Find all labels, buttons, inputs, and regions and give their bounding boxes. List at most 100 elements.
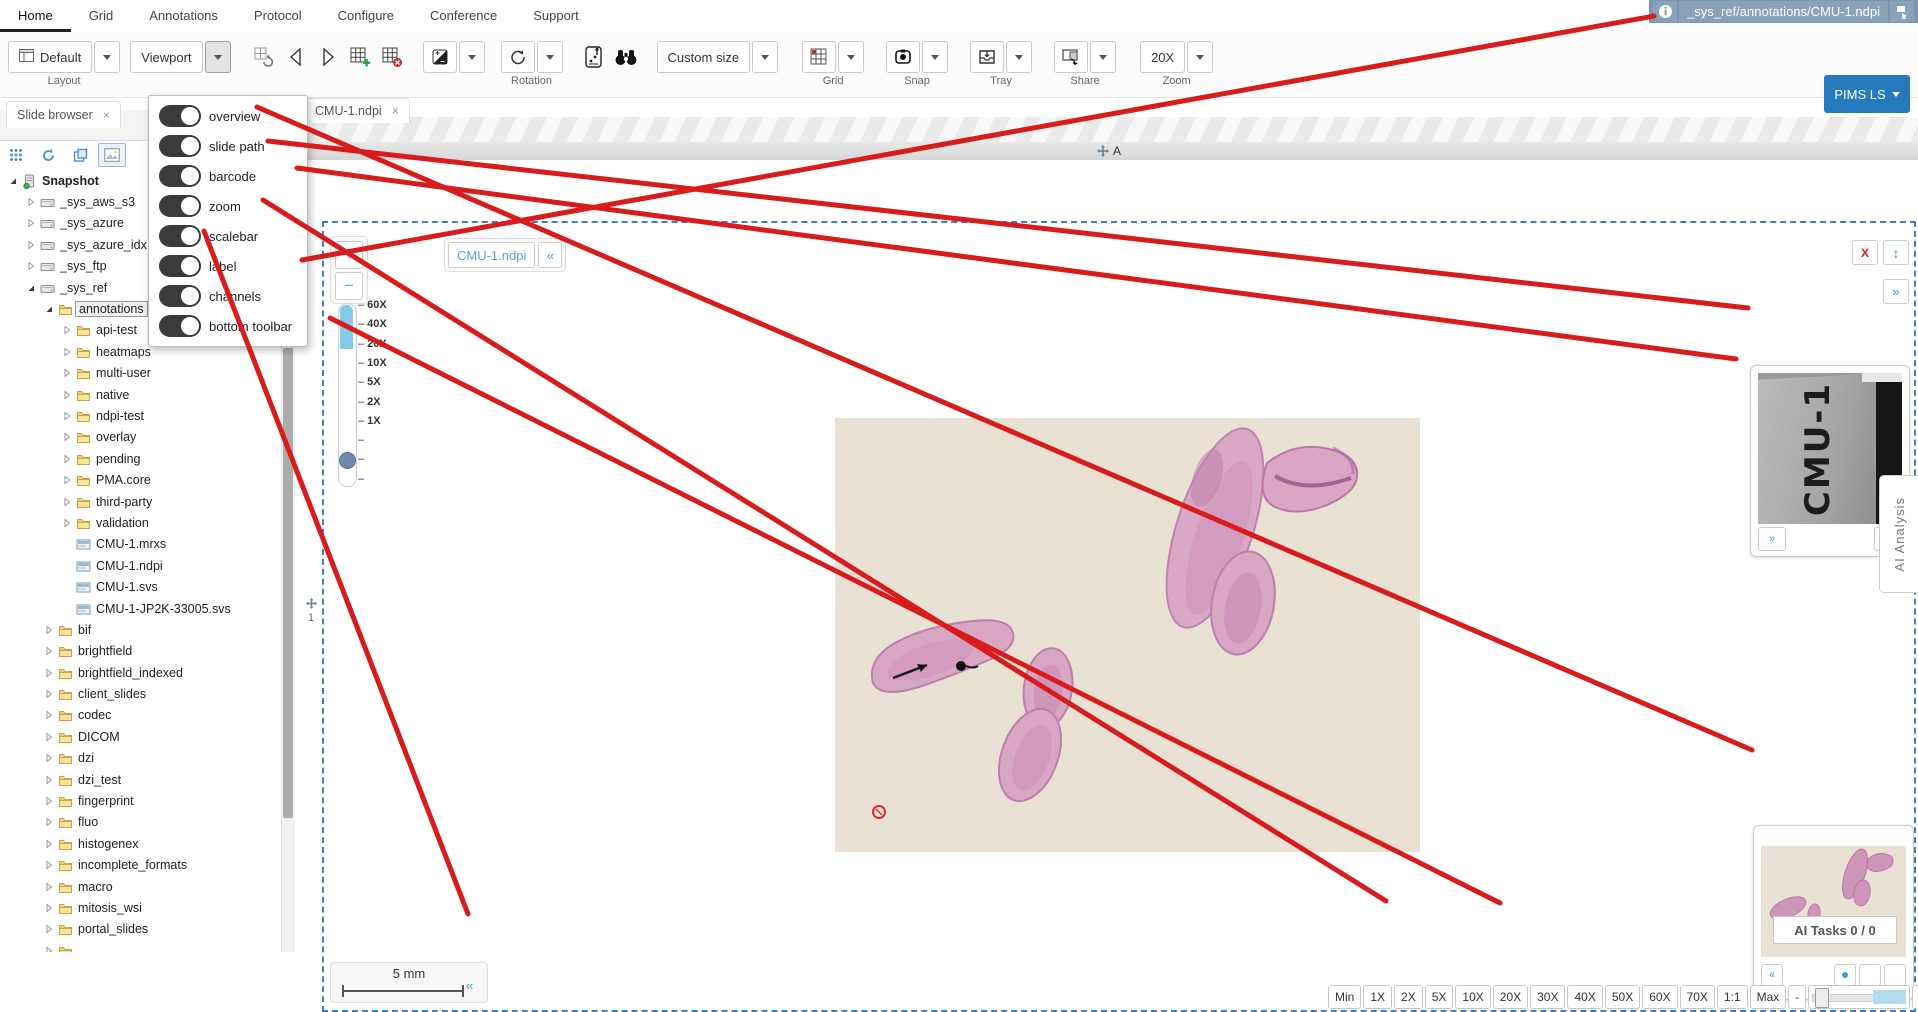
zoom-dropdown-caret[interactable] (1187, 41, 1213, 73)
bottom-zoom-slider[interactable] (1808, 985, 1910, 1009)
binoculars-icon[interactable] (611, 41, 641, 73)
tree-item-fluo[interactable]: fluo (0, 812, 280, 833)
share-slide-icon[interactable] (1890, 1, 1914, 22)
toggle-switch-on[interactable] (159, 285, 201, 307)
collapsed-arrow-icon[interactable] (42, 794, 56, 808)
custom-size-button[interactable]: Custom size (657, 41, 751, 73)
toggle-switch-on[interactable] (159, 195, 201, 217)
collapsed-arrow-icon[interactable] (42, 901, 56, 915)
tree-item-codec[interactable]: codec (0, 705, 280, 726)
collapse-label-button[interactable]: « (538, 242, 562, 268)
zoom-slider[interactable] (338, 303, 357, 487)
tree-item-macro[interactable]: macro (0, 876, 280, 897)
viewport-toggle-barcode[interactable]: barcode (149, 161, 307, 191)
tree-item-cmu-1-svs[interactable]: CMU-1.svs (0, 576, 280, 597)
collapsed-arrow-icon[interactable] (42, 666, 56, 680)
expanded-arrow-icon[interactable] (42, 302, 56, 316)
collapsed-arrow-icon[interactable] (24, 238, 38, 252)
tree-item-brightfield[interactable]: brightfield (0, 641, 280, 662)
sidebar-scrollbar-thumb[interactable] (283, 348, 293, 818)
collapsed-arrow-icon[interactable] (60, 430, 74, 444)
bottom-zoom-min-button[interactable]: Min (1328, 985, 1361, 1009)
bottom-zoom-70x-button[interactable]: 70X (1680, 985, 1715, 1009)
image-view-icon[interactable] (98, 143, 126, 167)
menu-tab-configure[interactable]: Configure (320, 0, 412, 29)
zoom-slider-handle[interactable] (339, 452, 356, 469)
layout-default-button[interactable]: Default (8, 41, 92, 73)
collapsed-arrow-icon[interactable] (42, 730, 56, 744)
rotation-dropdown-caret[interactable] (537, 41, 563, 73)
collapsed-arrow-icon[interactable] (42, 944, 56, 952)
collapsed-arrow-icon[interactable] (60, 323, 74, 337)
toggle-switch-on[interactable] (159, 255, 201, 277)
close-icon[interactable]: × (103, 108, 110, 122)
bottom-zoom-max-button[interactable]: Max (1750, 985, 1787, 1009)
tree-item-multi-user[interactable]: multi-user (0, 363, 280, 384)
remove-grid-icon[interactable] (377, 41, 407, 73)
collapsed-arrow-icon[interactable] (42, 623, 56, 637)
tree-item-bif[interactable]: bif (0, 619, 280, 640)
toggle-switch-on[interactable] (159, 135, 201, 157)
collapsed-arrow-icon[interactable] (60, 388, 74, 402)
info-icon[interactable] (1653, 1, 1677, 22)
tree-item-native[interactable]: native (0, 384, 280, 405)
resize-pane-button[interactable]: ↕ (1883, 240, 1909, 265)
slide-viewport[interactable]: + − CMU-1.ndpi « X ↕ » –60X–40X–20X–10X–… (300, 160, 1918, 952)
previous-slide-icon[interactable] (281, 41, 311, 73)
snap-button[interactable] (886, 41, 920, 73)
viewport-toggle-bottom-toolbar[interactable]: bottom toolbar (149, 311, 307, 341)
tree-item-incomplete-formats[interactable]: incomplete_formats (0, 855, 280, 876)
collapsed-arrow-icon[interactable] (24, 195, 38, 209)
share-button[interactable] (1054, 41, 1088, 73)
pane-1-handle[interactable]: 1 (303, 598, 319, 624)
collapsed-arrow-icon[interactable] (60, 516, 74, 530)
tree-item-cmu-1-jp2k-33005-svs[interactable]: CMU-1-JP2K-33005.svs (0, 598, 280, 619)
tree-item-third-party[interactable]: third-party (0, 491, 280, 512)
slide-label-button[interactable]: CMU-1.ndpi (448, 242, 535, 268)
bottom-zoom-2x-button[interactable]: 2X (1394, 985, 1423, 1009)
collapsed-arrow-icon[interactable] (60, 345, 74, 359)
viewport-toggle-zoom[interactable]: zoom (149, 191, 307, 221)
share-dropdown-caret[interactable] (1090, 41, 1116, 73)
pane-a-header[interactable]: A (300, 142, 1918, 161)
label-expand-button[interactable]: » (1758, 527, 1786, 551)
bottom-zoom-50x-button[interactable]: 50X (1605, 985, 1640, 1009)
viewport-toggle-slide-path[interactable]: slide path (149, 131, 307, 161)
tab-cmu-1-ndpi[interactable]: CMU-1.ndpi × (304, 98, 410, 123)
menu-tab-support[interactable]: Support (515, 0, 597, 29)
bottom-zoom-60x-button[interactable]: 60X (1642, 985, 1677, 1009)
pims-ls-button[interactable]: PIMS LS (1824, 75, 1910, 113)
tree-item-dzi[interactable]: dzi (0, 748, 280, 769)
viewport-toggle-label[interactable]: label (149, 251, 307, 281)
tree-item-pending[interactable]: pending (0, 448, 280, 469)
menu-tab-conference[interactable]: Conference (412, 0, 515, 29)
tree-item-histogenex[interactable]: histogenex (0, 833, 280, 854)
expanded-arrow-icon[interactable] (6, 174, 20, 188)
collapsed-arrow-icon[interactable] (60, 473, 74, 487)
tree-item-brightfield-indexed[interactable]: brightfield_indexed (0, 662, 280, 683)
add-grid-icon[interactable] (345, 41, 375, 73)
brightness-contrast-button[interactable] (423, 41, 457, 73)
tree-item-overlay[interactable]: overlay (0, 427, 280, 448)
menu-tab-grid[interactable]: Grid (71, 0, 132, 29)
collapsed-arrow-icon[interactable] (42, 773, 56, 787)
menu-tab-home[interactable]: Home (0, 0, 71, 32)
rotate-button[interactable] (501, 41, 535, 73)
custom-size-dropdown-caret[interactable] (752, 41, 778, 73)
snap-dropdown-caret[interactable] (922, 41, 948, 73)
collapsed-arrow-icon[interactable] (60, 366, 74, 380)
toggle-switch-on[interactable] (159, 105, 201, 127)
viewport-dropdown-caret[interactable] (205, 41, 231, 73)
collapsed-arrow-icon[interactable] (42, 837, 56, 851)
collapsed-arrow-icon[interactable] (42, 708, 56, 722)
bottom-zoom-30x-button[interactable]: 30X (1530, 985, 1565, 1009)
tree-item-portal-slides[interactable]: portal_slides (0, 919, 280, 940)
collapsed-arrow-icon[interactable] (42, 858, 56, 872)
tree-item-cmu-1-mrxs[interactable]: CMU-1.mrxs (0, 534, 280, 555)
ai-tasks-badge[interactable]: AI Tasks 0 / 0 (1773, 916, 1897, 944)
menu-tab-annotations[interactable]: Annotations (131, 0, 236, 29)
layout-dropdown-caret[interactable] (94, 41, 120, 73)
collapsed-arrow-icon[interactable] (42, 922, 56, 936)
bottom-zoom-40x-button[interactable]: 40X (1567, 985, 1602, 1009)
tree-item-cmu-1-ndpi[interactable]: CMU-1.ndpi (0, 555, 280, 576)
